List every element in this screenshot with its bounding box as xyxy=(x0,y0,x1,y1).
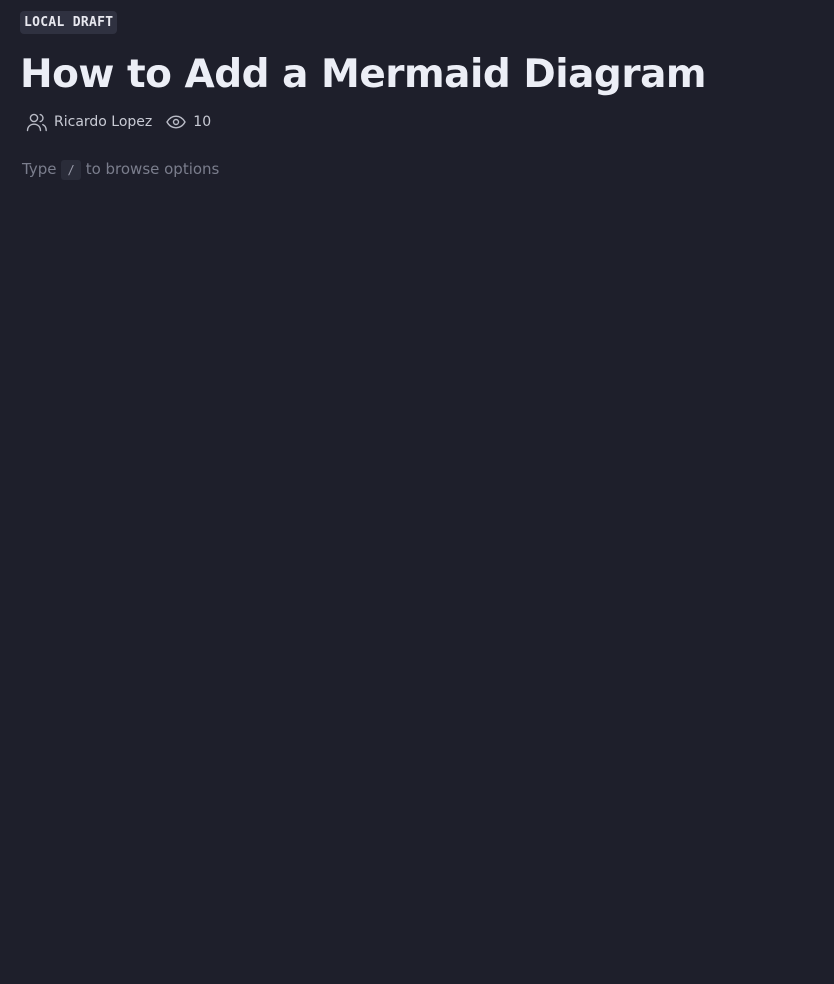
eye-icon xyxy=(166,115,186,129)
placeholder-prefix: Type xyxy=(22,160,57,178)
author-name: Ricardo Lopez xyxy=(54,114,153,130)
author-info[interactable]: Ricardo Lopez xyxy=(26,112,152,132)
views-count: 10 xyxy=(193,114,212,130)
page-title[interactable]: How to Add a Mermaid Diagram xyxy=(20,51,814,99)
document-meta: Ricardo Lopez 10 xyxy=(20,110,814,134)
users-icon xyxy=(26,112,48,132)
views-info: 10 xyxy=(166,114,211,130)
status-badge: LOCAL DRAFT xyxy=(20,11,118,34)
editor-body[interactable]: Type / to browse options xyxy=(20,157,814,181)
placeholder-suffix: to browse options xyxy=(85,160,220,178)
slash-key-hint: / xyxy=(61,160,81,180)
document-page: LOCAL DRAFT How to Add a Mermaid Diagram… xyxy=(0,0,834,984)
